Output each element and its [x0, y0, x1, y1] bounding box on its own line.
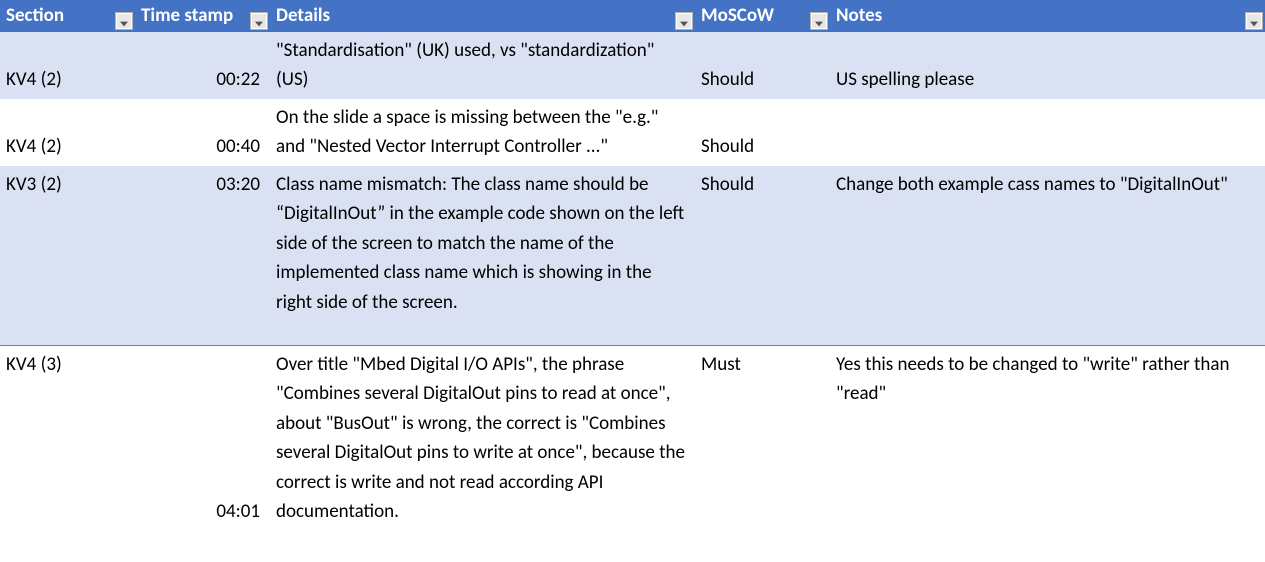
chevron-down-icon [120, 10, 128, 33]
col-header-moscow[interactable]: MoSCoW [695, 0, 830, 32]
cell-details[interactable]: On the slide a space is missing between … [270, 99, 695, 166]
cell-moscow[interactable]: Should [695, 99, 830, 166]
col-header-label: MoSCoW [701, 4, 774, 27]
cell-notes[interactable]: Change both example cass names to "Digit… [830, 166, 1265, 346]
cell-moscow[interactable]: Should [695, 166, 830, 346]
table-row: KV4 (2) 00:40 On the slide a space is mi… [0, 99, 1265, 166]
col-header-label: Notes [836, 4, 882, 27]
header-row: Section Time stamp Details [0, 0, 1265, 32]
col-header-label: Section [6, 4, 64, 27]
cell-details[interactable]: "Standardisation" (UK) used, vs "standar… [270, 32, 695, 99]
cell-notes[interactable]: Yes this needs to be changed to "write" … [830, 345, 1265, 530]
col-header-details[interactable]: Details [270, 0, 695, 32]
table-row: KV3 (2) 03:20 Class name mismatch: The c… [0, 166, 1265, 346]
cell-details[interactable]: Over title "Mbed Digital I/O APIs", the … [270, 345, 695, 530]
cell-section[interactable]: KV3 (2) [0, 166, 135, 346]
col-header-label: Details [276, 4, 330, 27]
filter-button-moscow[interactable] [810, 12, 828, 30]
table-row: KV4 (3) 04:01 Over title "Mbed Digital I… [0, 345, 1265, 530]
cell-timestamp[interactable]: 04:01 [135, 345, 270, 530]
cell-moscow[interactable]: Must [695, 345, 830, 530]
cell-section[interactable]: KV4 (2) [0, 99, 135, 166]
cell-timestamp[interactable]: 00:22 [135, 32, 270, 99]
filter-button-notes[interactable] [1245, 12, 1263, 30]
cell-details[interactable]: Class name mismatch: The class name shou… [270, 166, 695, 346]
cell-section[interactable]: KV4 (3) [0, 345, 135, 530]
col-header-section[interactable]: Section [0, 0, 135, 32]
cell-section[interactable]: KV4 (2) [0, 32, 135, 99]
review-table: Section Time stamp Details [0, 0, 1265, 531]
filter-button-details[interactable] [675, 12, 693, 30]
cell-moscow[interactable]: Should [695, 32, 830, 99]
cell-notes[interactable] [830, 99, 1265, 166]
chevron-down-icon [1250, 10, 1258, 33]
chevron-down-icon [680, 10, 688, 33]
cell-timestamp[interactable]: 03:20 [135, 166, 270, 346]
col-header-timestamp[interactable]: Time stamp [135, 0, 270, 32]
chevron-down-icon [255, 10, 263, 33]
table-row: KV4 (2) 00:22 "Standardisation" (UK) use… [0, 32, 1265, 99]
cell-timestamp[interactable]: 00:40 [135, 99, 270, 166]
chevron-down-icon [815, 10, 823, 33]
cell-notes[interactable]: US spelling please [830, 32, 1265, 99]
col-header-label: Time stamp [141, 4, 233, 27]
col-header-notes[interactable]: Notes [830, 0, 1265, 32]
filter-button-timestamp[interactable] [250, 12, 268, 30]
filter-button-section[interactable] [115, 12, 133, 30]
